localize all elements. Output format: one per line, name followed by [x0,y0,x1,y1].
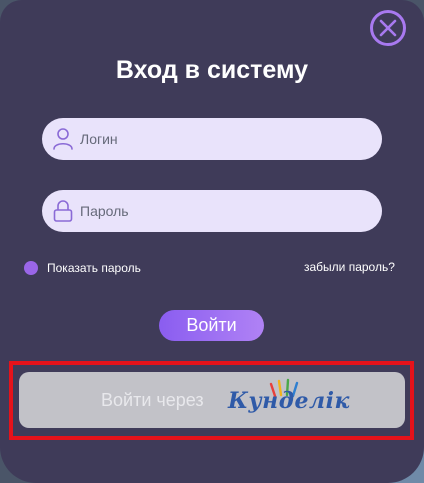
show-password-radio[interactable] [24,261,38,275]
show-password-toggle[interactable]: Показать пароль [24,260,141,276]
login-modal: Вход в систему Показать пароль забыли па… [0,0,424,483]
login-field-wrapper[interactable] [42,118,382,160]
forgot-password-link[interactable]: забыли пароль? [304,260,395,274]
close-icon [379,19,397,37]
highlight-frame [9,361,414,440]
modal-title: Вход в систему [115,56,309,84]
user-icon [53,128,73,150]
show-password-label: Показать пароль [47,261,141,275]
password-input[interactable] [80,190,370,232]
login-input[interactable] [80,118,370,160]
close-button[interactable] [370,10,406,46]
login-button[interactable]: Войти [159,310,264,341]
lock-icon [53,200,73,222]
password-field-wrapper[interactable] [42,190,382,232]
